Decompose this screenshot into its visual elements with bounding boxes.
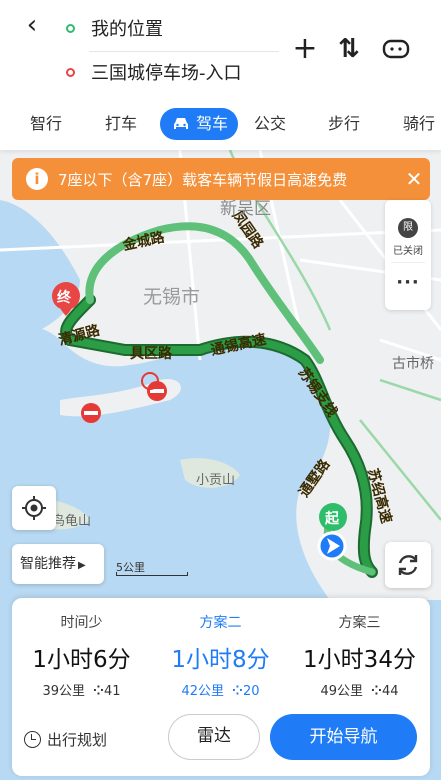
plan-time: 1小时6分 bbox=[32, 647, 131, 673]
origin-dot-icon bbox=[66, 23, 75, 33]
map-scale: 5公里 bbox=[116, 556, 190, 576]
traffic-light-icon: ⁘ bbox=[371, 684, 382, 699]
plan-time: 1小时34分 bbox=[303, 647, 416, 673]
destination-text: 三国城停车场-入口 bbox=[91, 63, 242, 84]
back-arrow-icon[interactable]: ‹ bbox=[18, 12, 46, 40]
swap-icon[interactable]: ⇅ bbox=[334, 34, 364, 64]
origin-text: 我的位置 bbox=[91, 19, 163, 40]
plan-distance: 39公里 bbox=[42, 684, 86, 699]
traffic-limit-icon[interactable]: 限 bbox=[398, 218, 418, 238]
plan-lights: 20 bbox=[242, 684, 260, 699]
info-icon: i bbox=[26, 168, 48, 190]
traffic-limit-status: 已关闭 bbox=[393, 246, 423, 257]
map-label-town: 古市桥 bbox=[392, 355, 434, 372]
locate-button[interactable] bbox=[12, 486, 56, 530]
trip-plan-label: 出行规划 bbox=[47, 730, 108, 749]
map-label-hill1: 小贡山 bbox=[196, 473, 235, 488]
clock-icon bbox=[24, 730, 41, 748]
plan-label: 方案三 bbox=[338, 615, 381, 631]
plan-lights: 44 bbox=[381, 684, 399, 699]
end-marker-label: 终 bbox=[57, 289, 72, 306]
tab-transit[interactable]: 公交 bbox=[254, 108, 286, 140]
plan-meta: 39公里 ⁘41 bbox=[12, 680, 151, 699]
radar-button[interactable]: 雷达 bbox=[168, 714, 260, 760]
travel-mode-tabs: 智行 打车 驾车 公交 步行 骑行 bbox=[0, 104, 441, 144]
destination-dot-icon bbox=[66, 67, 75, 77]
plus-icon[interactable]: + bbox=[290, 34, 320, 64]
side-divider bbox=[391, 262, 425, 263]
scale-bar bbox=[116, 572, 188, 576]
route-plans-sheet: 时间少 1小时6分 39公里 ⁘41 方案二 1小时8分 42公里 ⁘20 方案三 … bbox=[12, 598, 430, 776]
plan-meta: 42公里 ⁘20 bbox=[151, 680, 290, 699]
plan-label: 时间少 bbox=[60, 615, 103, 631]
caret-right-icon: ▶ bbox=[78, 560, 86, 571]
smart-recommend-button[interactable]: 智能推荐 ▶ bbox=[12, 544, 104, 584]
traffic-light-icon: ⁘ bbox=[232, 684, 243, 699]
plan-time: 1小时8分 bbox=[171, 647, 270, 673]
plan-option-3[interactable]: 方案三 1小时34分 49公里 ⁘44 bbox=[290, 612, 429, 699]
tab-smart[interactable]: 智行 bbox=[30, 108, 62, 140]
tab-bike[interactable]: 骑行 bbox=[403, 108, 435, 140]
no-entry-icon bbox=[81, 403, 101, 423]
plan-distance: 42公里 bbox=[181, 684, 225, 699]
plan-option-1[interactable]: 时间少 1小时6分 39公里 ⁘41 bbox=[12, 612, 151, 699]
plan-distance: 49公里 bbox=[320, 684, 364, 699]
more-icon[interactable] bbox=[380, 34, 412, 64]
smart-recommend-label: 智能推荐 bbox=[20, 556, 76, 572]
locate-icon bbox=[22, 496, 46, 520]
more-options-icon[interactable]: ··· bbox=[385, 272, 431, 293]
bottom-actions: 出行规划 雷达 开始导航 bbox=[12, 714, 430, 766]
route-inputs: 我的位置 三国城停车场-入口 bbox=[56, 6, 282, 94]
holiday-toll-notice[interactable]: i 7座以下（含7座）载客车辆节假日高速免费 ✕ bbox=[12, 158, 430, 200]
plan-meta: 49公里 ⁘44 bbox=[290, 680, 429, 699]
start-navigation-button[interactable]: 开始导航 bbox=[270, 714, 417, 760]
road-label-3: 具区路 bbox=[129, 345, 173, 362]
origin-field[interactable]: 我的位置 bbox=[56, 8, 282, 48]
start-marker[interactable]: 起 bbox=[319, 503, 347, 531]
tab-drive-label: 驾车 bbox=[196, 114, 229, 133]
map-side-panel: 限 已关闭 ··· bbox=[385, 200, 431, 310]
map-label-city: 无锡市 bbox=[143, 286, 200, 308]
destination-field[interactable]: 三国城停车场-入口 bbox=[56, 52, 282, 92]
start-marker-label: 起 bbox=[324, 510, 340, 527]
tab-taxi[interactable]: 打车 bbox=[105, 108, 137, 140]
current-location-icon bbox=[317, 531, 347, 561]
tab-drive[interactable]: 驾车 bbox=[160, 108, 239, 140]
search-panel: ‹ 我的位置 三国城停车场-入口 + ⇅ 智行 打车 驾车 公交 步行 骑行 bbox=[0, 0, 441, 150]
refresh-button[interactable] bbox=[385, 542, 431, 588]
close-icon[interactable]: ✕ bbox=[398, 167, 430, 191]
plan-label: 方案二 bbox=[199, 615, 242, 631]
map-label-district: 新吴区 bbox=[220, 199, 271, 219]
plan-option-2[interactable]: 方案二 1小时8分 42公里 ⁘20 bbox=[151, 612, 290, 699]
tab-walk[interactable]: 步行 bbox=[328, 108, 360, 140]
plan-lights: 41 bbox=[103, 684, 121, 699]
refresh-icon bbox=[398, 555, 418, 575]
car-icon bbox=[174, 118, 188, 129]
traffic-light-icon: ⁘ bbox=[93, 684, 104, 699]
notice-text: 7座以下（含7座）载客车辆节假日高速免费 bbox=[58, 170, 348, 189]
trip-plan-button[interactable]: 出行规划 bbox=[24, 726, 107, 752]
map-label-hill2: 鸟龟山 bbox=[52, 513, 91, 529]
